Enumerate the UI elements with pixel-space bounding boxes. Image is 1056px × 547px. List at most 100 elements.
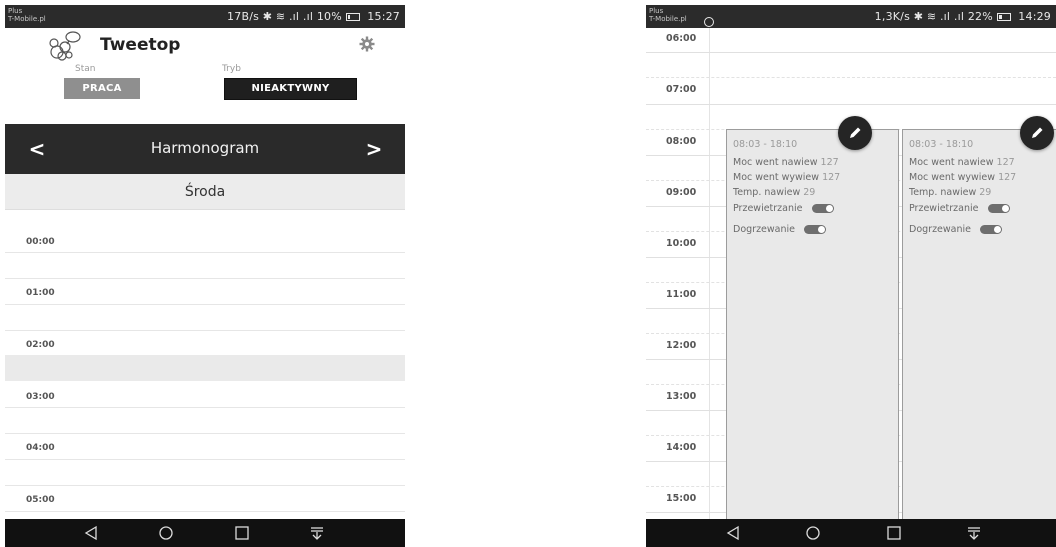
next-day-button[interactable]: >	[354, 124, 394, 174]
carrier-line-2: T-Mobile.pl	[8, 15, 46, 23]
bluetooth-icon: ✱	[913, 10, 924, 23]
stan-label: Stan	[75, 64, 96, 74]
triangle-back-icon[interactable]	[723, 524, 743, 542]
row-divider	[5, 252, 405, 253]
event-param-row: Moc went nawiew 127	[733, 157, 839, 168]
hour-label: 14:00	[666, 442, 697, 453]
hour-label: 04:00	[26, 443, 55, 453]
param-label: Moc went wywiew	[909, 172, 996, 183]
whatsapp-icon	[704, 17, 714, 27]
edit-event-button[interactable]	[1020, 116, 1054, 150]
carrier-label: Plus T-Mobile.pl	[8, 7, 46, 23]
schedule-event[interactable]: 08:03 - 18:10 Moc went nawiew 127 Moc we…	[902, 129, 1056, 519]
dogrzewanie-toggle[interactable]	[804, 225, 827, 234]
row-divider	[5, 511, 405, 512]
android-nav-bar	[5, 519, 405, 547]
toggle-knob	[818, 226, 826, 233]
event-param-row: Temp. nawiew 29	[733, 187, 815, 198]
right-phone-screen: Plus T-Mobile.pl 1,3K/s ✱ ≋ .ıl .ıl 22% …	[646, 5, 1056, 547]
event-toggle-row: Dogrzewanie	[909, 224, 1003, 235]
left-phone-screen: Plus T-Mobile.pl 17B/s ✱ ≋ .ıl .ıl 10% 1…	[5, 5, 405, 547]
status-bar: Plus T-Mobile.pl 17B/s ✱ ≋ .ıl .ıl 10% 1…	[5, 5, 405, 28]
android-nav-bar	[646, 519, 1056, 547]
carrier-line-1: Plus	[649, 7, 664, 15]
event-param-row: Moc went wywiew 127	[733, 172, 840, 183]
toggle-knob	[825, 205, 833, 212]
param-value: 29	[979, 187, 992, 198]
pull-down-icon[interactable]	[964, 524, 984, 542]
hour-label: 05:00	[26, 495, 55, 505]
battery-icon	[996, 13, 1011, 21]
battery-percent: 22%	[967, 10, 993, 23]
square-recents-icon[interactable]	[884, 524, 904, 542]
param-value: 127	[996, 157, 1015, 168]
half-hour-divider	[646, 77, 1056, 78]
pencil-icon	[850, 127, 861, 138]
hour-label: 02:00	[26, 340, 55, 350]
schedule-title: Harmonogram	[150, 139, 260, 157]
hour-label: 15:00	[666, 493, 697, 504]
toggle-label: Dogrzewanie	[733, 224, 795, 235]
signal-icon: .ıl	[288, 10, 300, 23]
pencil-icon	[1032, 127, 1043, 138]
carrier-label: Plus T-Mobile.pl	[649, 7, 687, 23]
day-schedule[interactable]: 06:00 07:00 08:00 09:00 10:00 11:00 12:0…	[646, 28, 1056, 519]
circle-home-icon[interactable]	[156, 524, 176, 542]
event-param-row: Moc went wywiew 127	[909, 172, 1016, 183]
hour-label: 06:00	[666, 33, 697, 44]
event-time-range: 08:03 - 18:10	[909, 139, 974, 150]
event-toggle-row: Przewietrzanie	[733, 203, 834, 214]
system-indicators: 17B/s ✱ ≋ .ıl .ıl 10% 15:27	[227, 10, 400, 23]
signal-icon-2: .ıl	[953, 10, 965, 23]
hour-label: 09:00	[666, 187, 697, 198]
hour-label: 13:00	[666, 391, 697, 402]
hour-label: 08:00	[666, 136, 697, 147]
system-indicators: 1,3K/s ✱ ≋ .ıl .ıl 22% 14:29	[875, 10, 1051, 23]
row-divider	[5, 304, 405, 305]
carrier-line-2: T-Mobile.pl	[649, 15, 687, 23]
battery-icon	[345, 13, 360, 21]
network-speed: 1,3K/s	[874, 10, 911, 23]
event-param-row: Moc went nawiew 127	[909, 157, 1015, 168]
app-header: Tweetop Stan Tryb PRACA NIEAKTYWNY	[5, 28, 405, 124]
battery-percent: 10%	[316, 10, 342, 23]
dogrzewanie-toggle[interactable]	[980, 225, 1003, 234]
triangle-back-icon[interactable]	[81, 524, 101, 542]
toggle-knob	[994, 226, 1002, 233]
schedule-event[interactable]: 08:03 - 18:10 Moc went nawiew 127 Moc we…	[726, 129, 899, 519]
param-label: Moc went wywiew	[733, 172, 820, 183]
przewietrzanie-toggle[interactable]	[987, 204, 1010, 213]
circle-home-icon[interactable]	[803, 524, 823, 542]
day-schedule[interactable]: 00:00 01:00 02:00 03:00 04:00 05:00	[5, 210, 405, 520]
param-value: 29	[803, 187, 816, 198]
carrier-line-1: Plus	[8, 7, 23, 15]
hour-divider	[646, 104, 1056, 105]
schedule-navbar: < Harmonogram >	[5, 124, 405, 174]
param-label: Temp. nawiew	[733, 187, 801, 198]
square-recents-icon[interactable]	[232, 524, 252, 542]
day-header: Środa	[5, 174, 405, 210]
time-band	[5, 355, 405, 381]
row-divider	[5, 485, 405, 486]
gear-icon[interactable]	[359, 36, 375, 52]
stan-praca-button[interactable]: PRACA	[64, 78, 140, 99]
edit-event-button[interactable]	[838, 116, 872, 150]
event-toggle-row: Przewietrzanie	[909, 203, 1010, 214]
toggle-label: Przewietrzanie	[909, 203, 979, 214]
hour-label: 10:00	[666, 238, 697, 249]
clock: 14:29	[1018, 10, 1051, 23]
przewietrzanie-toggle[interactable]	[811, 204, 834, 213]
bluetooth-icon: ✱	[262, 10, 273, 23]
event-time-range: 08:03 - 18:10	[733, 139, 798, 150]
wifi-icon: ≋	[926, 10, 937, 23]
signal-icon: .ıl	[939, 10, 951, 23]
toggle-knob	[1001, 205, 1009, 212]
hour-label: 03:00	[26, 392, 55, 402]
row-divider	[5, 459, 405, 460]
tryb-nieaktywny-button[interactable]: NIEAKTYWNY	[224, 78, 357, 100]
app-title: Tweetop	[100, 35, 181, 55]
row-divider	[5, 433, 405, 434]
hour-label: 11:00	[666, 289, 697, 300]
time-column-divider	[709, 28, 710, 519]
pull-down-icon[interactable]	[307, 524, 327, 542]
